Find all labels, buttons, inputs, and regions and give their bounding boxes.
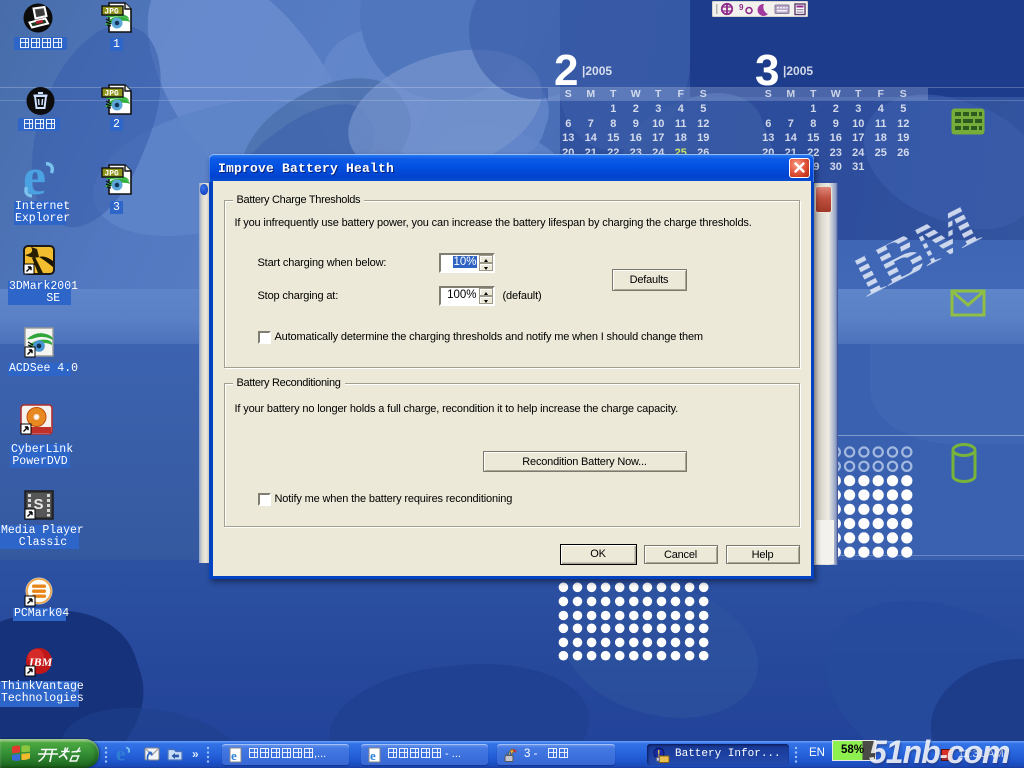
svg-text:e: e bbox=[231, 748, 237, 763]
svg-text:JPG: JPG bbox=[104, 8, 119, 17]
svg-text:e: e bbox=[370, 748, 376, 763]
svg-text:9: 9 bbox=[739, 3, 744, 12]
svg-text:JPG: JPG bbox=[104, 170, 119, 179]
svg-text:JPG: JPG bbox=[104, 90, 119, 99]
svg-text:»: » bbox=[192, 747, 199, 761]
svg-text:e: e bbox=[116, 745, 125, 764]
